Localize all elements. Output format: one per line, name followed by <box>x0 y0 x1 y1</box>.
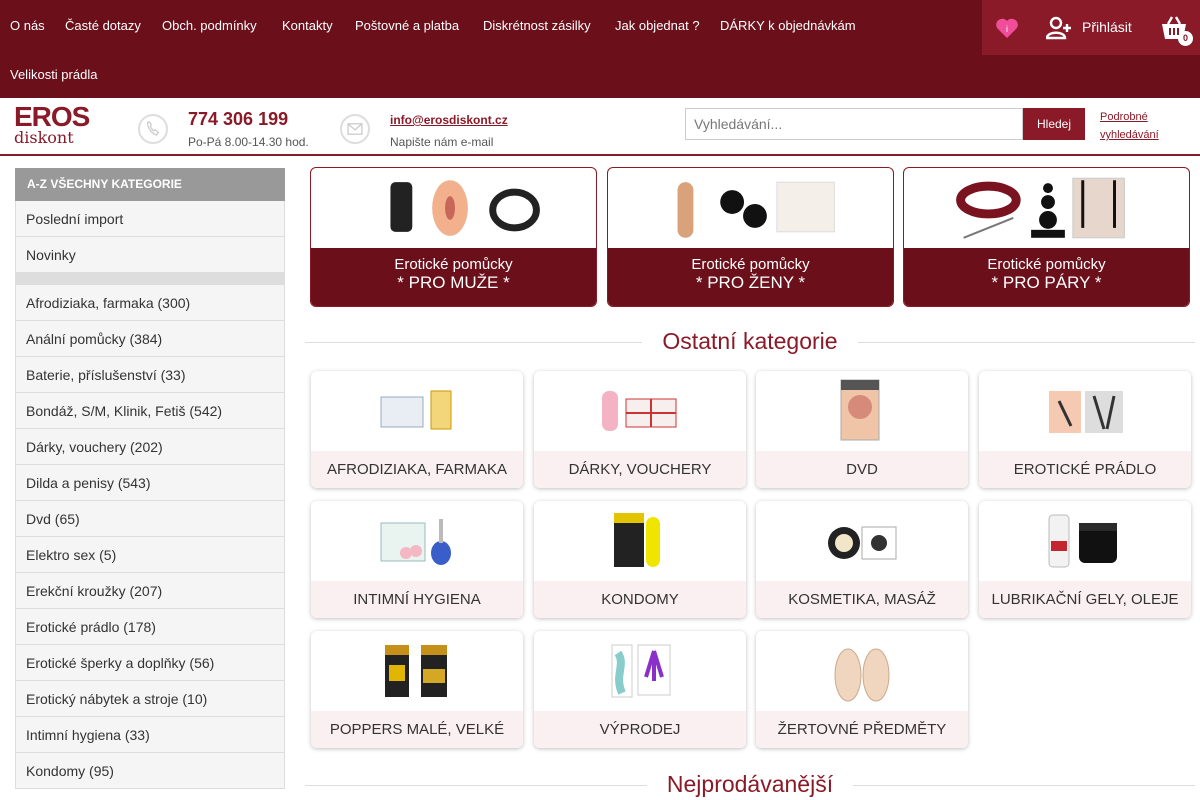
user-add-icon[interactable] <box>1046 15 1072 41</box>
sidebar-item-electro[interactable]: Elektro sex (5) <box>15 537 285 573</box>
nav-link-discretion[interactable]: Diskrétnost zásilky <box>483 18 591 33</box>
category-card-joke-items[interactable]: ŽERTOVNÉ PŘEDMĚTY <box>756 631 968 748</box>
category-name: LUBRIKAČNÍ GELY, OLEJE <box>979 581 1191 618</box>
category-name: EROTICKÉ PRÁDLO <box>979 451 1191 488</box>
cart-count-badge: 0 <box>1178 31 1193 46</box>
phone-hours: Po-Pá 8.00-14.30 hod. <box>188 135 309 149</box>
email-note: Napište nám e-mail <box>390 135 494 149</box>
category-name: AFRODIZIAKA, FARMAKA <box>311 451 523 488</box>
nav-link-how-to-order[interactable]: Jak objednat ? <box>615 18 700 33</box>
sidebar-item-gifts[interactable]: Dárky, vouchery (202) <box>15 429 285 465</box>
nav-link-terms[interactable]: Obch. podmínky <box>162 18 257 33</box>
phone-number[interactable]: 774 306 199 <box>188 109 288 130</box>
sidebar-item-condoms[interactable]: Kondomy (95) <box>15 753 285 789</box>
section-other-categories: Ostatní kategorie <box>305 328 1195 355</box>
aphrodisiacs-thumb <box>380 390 452 430</box>
sidebar-item-anal[interactable]: Anální pomůcky (384) <box>15 321 285 357</box>
sidebar-item-last-import[interactable]: Poslední import <box>15 201 285 237</box>
gifts-thumb <box>602 391 677 431</box>
couples-products-image <box>956 177 1125 239</box>
sidebar-item-rings[interactable]: Erekční kroužky (207) <box>15 573 285 609</box>
condoms-thumb <box>614 513 660 567</box>
category-name: VÝPRODEJ <box>534 711 746 748</box>
section-other-title: Ostatní kategorie <box>642 328 858 354</box>
featured-couples-label: Erotické pomůcky * PRO PÁRY * <box>904 248 1189 306</box>
category-name: KONDOMY <box>534 581 746 618</box>
search-input[interactable] <box>685 108 1023 140</box>
featured-men-line1: Erotické pomůcky <box>394 256 513 273</box>
sidebar-item-batteries[interactable]: Baterie, příslušenství (33) <box>15 357 285 393</box>
nav-link-shipping[interactable]: Poštovné a platba <box>355 18 459 33</box>
search-button[interactable]: Hledej <box>1023 108 1085 140</box>
category-card-lubricants[interactable]: LUBRIKAČNÍ GELY, OLEJE <box>979 501 1191 618</box>
category-name: INTIMNÍ HYGIENA <box>311 581 523 618</box>
men-products-image <box>390 180 540 236</box>
featured-card-couples[interactable]: Erotické pomůcky * PRO PÁRY * <box>903 167 1190 307</box>
sidebar-item-dvd[interactable]: Dvd (65) <box>15 501 285 537</box>
section-bestsellers-title: Nejprodávanější <box>646 771 854 797</box>
logo-diskont-text: diskont <box>14 128 74 147</box>
poppers-thumb <box>385 645 447 697</box>
wishlist-heart-icon[interactable]: i <box>995 17 1019 39</box>
featured-women-line1: Erotické pomůcky <box>691 256 810 273</box>
phone-icon <box>138 114 168 144</box>
advanced-search-link[interactable]: Podrobné vyhledávání <box>1100 108 1170 144</box>
cosmetics-thumb <box>828 526 897 560</box>
sidebar-item-jewelry[interactable]: Erotické šperky a doplňky (56) <box>15 645 285 681</box>
featured-couples-line2: * PRO PÁRY * <box>991 273 1102 292</box>
nav-link-sizes[interactable]: Velikosti prádla <box>10 67 97 82</box>
sidebar-item-new[interactable]: Novinky <box>15 237 285 273</box>
category-name: ŽERTOVNÉ PŘEDMĚTY <box>756 711 968 748</box>
sidebar-title[interactable]: A-Z VŠECHNY KATEGORIE <box>15 168 285 201</box>
nav-link-faq[interactable]: Časté dotazy <box>65 18 141 33</box>
category-name: DVD <box>756 451 968 488</box>
category-card-dvd[interactable]: DVD <box>756 371 968 488</box>
email-link[interactable]: info@erosdiskont.cz <box>390 113 508 127</box>
section-bestsellers: Nejprodávanější <box>305 771 1195 798</box>
sidebar-item-aphrodisiacs[interactable]: Afrodiziaka, farmaka (300) <box>15 285 285 321</box>
sidebar-item-bondage[interactable]: Bondáž, S/M, Klinik, Fetiš (542) <box>15 393 285 429</box>
featured-women-label: Erotické pomůcky * PRO ŽENY * <box>608 248 893 306</box>
nav-link-about[interactable]: O nás <box>10 18 45 33</box>
featured-men-line2: * PRO MUŽE * <box>397 273 510 292</box>
sidebar-item-lingerie[interactable]: Erotické prádlo (178) <box>15 609 285 645</box>
top-navigation: O nás Časté dotazy Obch. podmínky Kontak… <box>0 0 1200 98</box>
lubricants-thumb <box>1048 514 1117 568</box>
category-name: DÁRKY, VOUCHERY <box>534 451 746 488</box>
category-card-gifts[interactable]: DÁRKY, VOUCHERY <box>534 371 746 488</box>
sale-thumb <box>611 644 671 698</box>
login-link[interactable]: Přihlásit <box>1082 19 1132 35</box>
site-logo[interactable]: EROS diskont <box>14 101 90 150</box>
hygiene-thumb <box>380 519 451 565</box>
sidebar-item-dildos[interactable]: Dilda a penisy (543) <box>15 465 285 501</box>
sidebar-divider <box>15 273 285 285</box>
category-card-cosmetics[interactable]: KOSMETIKA, MASÁŽ <box>756 501 968 618</box>
mail-icon <box>340 114 370 144</box>
featured-couples-line1: Erotické pomůcky <box>987 256 1106 273</box>
sidebar-item-furniture[interactable]: Erotický nábytek a stroje (10) <box>15 681 285 717</box>
dvd-thumb <box>840 379 880 441</box>
category-card-hygiene[interactable]: INTIMNÍ HYGIENA <box>311 501 523 618</box>
category-card-condoms[interactable]: KONDOMY <box>534 501 746 618</box>
wishlist-badge: i <box>1006 24 1008 34</box>
joke-items-thumb <box>834 648 890 702</box>
category-name: POPPERS MALÉ, VELKÉ <box>311 711 523 748</box>
nav-link-gifts[interactable]: DÁRKY k objednávkám <box>720 18 856 33</box>
category-card-poppers[interactable]: POPPERS MALÉ, VELKÉ <box>311 631 523 748</box>
sidebar-item-hygiene[interactable]: Intimní hygiena (33) <box>15 717 285 753</box>
nav-link-contacts[interactable]: Kontakty <box>282 18 333 33</box>
featured-women-line2: * PRO ŽENY * <box>695 273 806 292</box>
logo-eros-text: EROS <box>14 101 90 132</box>
women-products-image <box>677 181 835 238</box>
featured-men-label: Erotické pomůcky * PRO MUŽE * <box>311 248 596 306</box>
featured-card-men[interactable]: Erotické pomůcky * PRO MUŽE * <box>310 167 597 307</box>
category-card-sale[interactable]: VÝPRODEJ <box>534 631 746 748</box>
category-sidebar: A-Z VŠECHNY KATEGORIE Poslední import No… <box>15 168 285 789</box>
category-card-lingerie[interactable]: EROTICKÉ PRÁDLO <box>979 371 1191 488</box>
lingerie-thumb <box>1049 391 1123 433</box>
featured-card-women[interactable]: Erotické pomůcky * PRO ŽENY * <box>607 167 894 307</box>
category-card-aphrodisiacs[interactable]: AFRODIZIAKA, FARMAKA <box>311 371 523 488</box>
category-name: KOSMETIKA, MASÁŽ <box>756 581 968 618</box>
